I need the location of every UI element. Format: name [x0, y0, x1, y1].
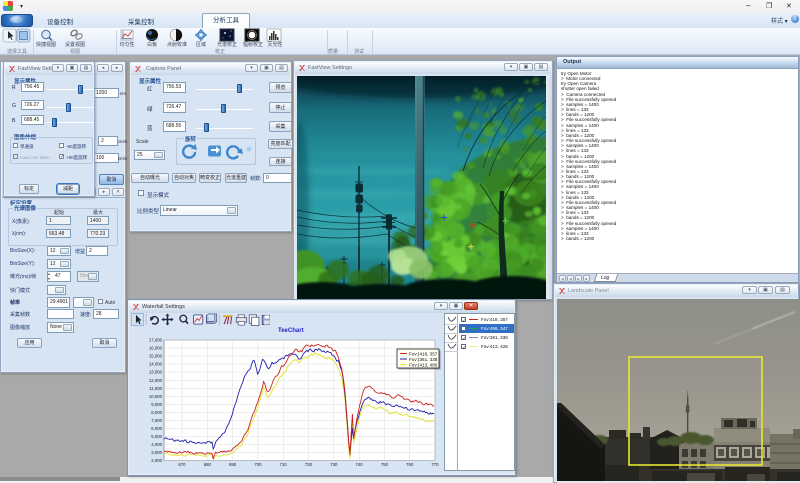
svg-text:Fov:(418, 357: Fov:(418, 357: [409, 352, 438, 357]
svg-text:13,000: 13,000: [149, 370, 163, 375]
svg-text:Fov:(413, 480: Fov:(413, 480: [409, 363, 438, 368]
svg-text:7,000: 7,000: [151, 418, 162, 423]
svg-text:4,000: 4,000: [151, 442, 162, 447]
svg-text:740: 740: [356, 462, 364, 467]
svg-text:5,000: 5,000: [151, 434, 162, 439]
svg-text:16,000: 16,000: [149, 346, 163, 351]
svg-text:9,000: 9,000: [151, 402, 162, 407]
svg-text:3,000: 3,000: [151, 450, 162, 455]
svg-text:15,000: 15,000: [149, 354, 163, 359]
svg-text:670: 670: [178, 462, 186, 467]
svg-text:750: 750: [381, 462, 389, 467]
svg-text:710: 710: [280, 462, 288, 467]
svg-text:10,000: 10,000: [149, 394, 163, 399]
svg-text:17,000: 17,000: [149, 338, 163, 343]
svg-text:Fov:(361, 338: Fov:(361, 338: [409, 357, 438, 362]
svg-text:11,000: 11,000: [149, 386, 162, 391]
svg-text:720: 720: [305, 462, 313, 467]
svg-text:730: 730: [330, 462, 338, 467]
svg-text:680: 680: [204, 462, 212, 467]
svg-text:690: 690: [229, 462, 237, 467]
svg-text:770: 770: [431, 462, 439, 467]
svg-text:12,000: 12,000: [149, 378, 163, 383]
svg-text:760: 760: [406, 462, 414, 467]
svg-text:2,000: 2,000: [151, 458, 162, 463]
svg-text:14,000: 14,000: [149, 362, 163, 367]
svg-text:700: 700: [254, 462, 262, 467]
svg-text:6,000: 6,000: [151, 426, 162, 431]
svg-text:8,000: 8,000: [151, 410, 162, 415]
